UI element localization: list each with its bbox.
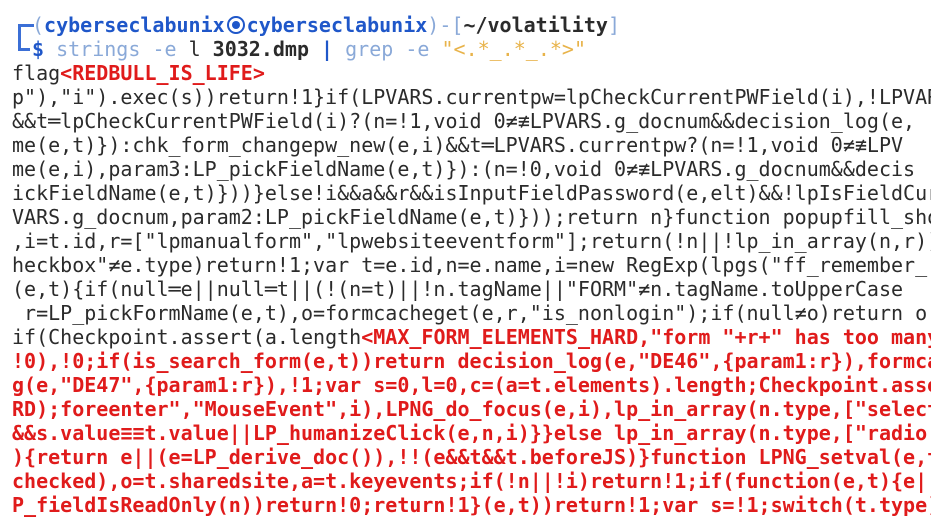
prompt-user: cyberseclabunix [44, 13, 225, 37]
output-line: VARS.g_docnum,param2:LP_pickFieldName(e,… [12, 205, 931, 229]
command-grep-flag: -e [405, 37, 430, 61]
command-line[interactable]: $ strings -e l 3032.dmp | grep -e "<.*_.… [12, 37, 931, 61]
output-line: r=LP_pickFormName(e,t),o=formcacheget(e,… [12, 301, 928, 325]
mixed-red-part: <MAX_FORM_ELEMENTS_HARD,"form "+r+" has … [361, 325, 931, 349]
terminal-output[interactable]: (cyberseclabunix cyberseclabunix)-[~/vola… [12, 13, 931, 517]
command-pipe: | [321, 37, 334, 61]
command-pattern: "<.*_.*_.*>" [441, 37, 587, 61]
mixed-plain-part: if(Checkpoint.assert(a.length [12, 325, 362, 349]
prompt-dollar: $ [32, 37, 45, 61]
output-line: ickFieldName(e,t)}))}else!i&&a&&r&&isInp… [12, 181, 931, 205]
flag-value: <REDBULL_IS_LIFE> [60, 61, 265, 85]
prompt-close-paren: ) [427, 13, 440, 37]
prompt-corner-top [12, 13, 34, 37]
output-line: (e,t){if(null═e||null═t||(!(n=t)||!n.tag… [12, 277, 904, 301]
output-highlight-line: P_fieldIsReadOnly(n))return!0;return!1}(… [12, 493, 931, 517]
command-flag-l: l [188, 37, 201, 61]
prompt-path: ~/volatility [463, 13, 608, 37]
command-file: 3032.dmp [212, 37, 309, 61]
output-mixed-line: if(Checkpoint.assert(a.length<MAX_FORM_E… [12, 325, 931, 349]
output-line: &&t═lpCheckCurrentPWField(i)?(n=!1,void … [12, 109, 916, 133]
prompt-dash-bracket: -[ [439, 13, 464, 37]
output-flag-line: flag<REDBULL_IS_LIFE> [12, 61, 931, 85]
prompt-corner-bottom [12, 37, 32, 61]
output-highlight-line: !0),!0;if(is_search_form(e,t))return dec… [12, 349, 931, 373]
prompt-host: cyberseclabunix [246, 13, 428, 37]
output-line: me(e,t)}):chk_form_changepw_new(e,i)&&t═… [12, 133, 904, 157]
output-line: heckbox"≠e.type)return!1;var t=e.id,n=e.… [12, 253, 928, 277]
output-line: p"),"i").exec(s))return!1}if(LPVARS.curr… [12, 85, 931, 109]
prompt-line-top: (cyberseclabunix cyberseclabunix)-[~/vola… [12, 13, 931, 37]
command-strings: strings [56, 37, 141, 61]
output-line: ,i=t.id,r=["lpmanualform","lpwebsiteeven… [12, 229, 931, 253]
output-line: me(e,i),param3:LP_pickFieldName(e,t)}):(… [12, 157, 916, 181]
kali-skull-icon [226, 16, 245, 34]
command-grep: grep [345, 37, 394, 61]
output-highlight-line: &&s.value≡≡t.value||LP_humanizeClick(e,n… [12, 421, 928, 445]
output-highlight-line: checked),o=t.sharedsite,a=t.keyevents;if… [12, 469, 931, 493]
command-flag-e: -e [152, 37, 177, 61]
flag-prefix: flag [12, 61, 61, 85]
prompt-bracket-close: ] [607, 13, 620, 37]
output-highlight-line: g(e,"DE47",{param1:r}),!1;var s=0,l=0,c=… [12, 373, 931, 397]
output-highlight-line: RD);foreenter","MouseEvent",i),LPNG_do_f… [12, 397, 931, 421]
output-highlight-line: ){return e||(e=LP_derive_doc()),!!(e&&t&… [12, 445, 931, 469]
